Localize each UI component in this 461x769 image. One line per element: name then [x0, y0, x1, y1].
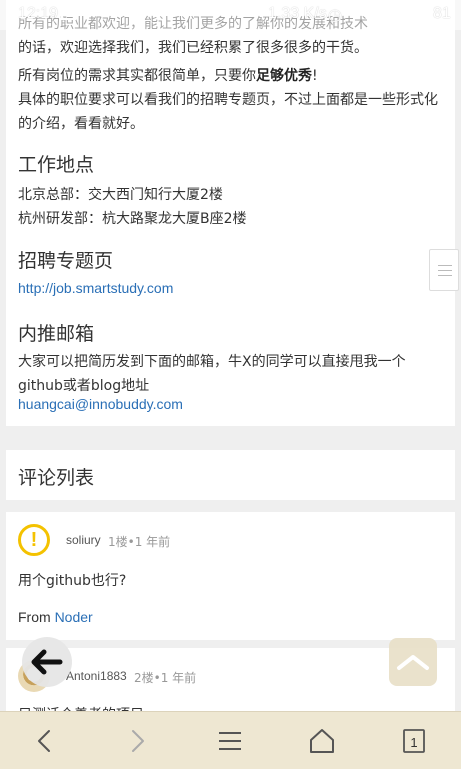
comment-source-link[interactable]: Noder — [55, 609, 93, 625]
forward-icon — [132, 730, 144, 752]
location-hangzhou: 杭州研发部：杭大路聚龙大厦B座2楼 — [18, 211, 247, 227]
side-drawer-handle[interactable] — [429, 249, 459, 291]
comment-meta: 2楼•1 年前 — [134, 671, 197, 685]
battery-level: 81 — [433, 5, 451, 22]
comment-source-prefix: From — [18, 609, 51, 625]
browser-bottom-bar: 1 — [0, 711, 461, 769]
signal-icon — [374, 5, 392, 24]
comment-meta: 1楼•1 年前 — [108, 535, 171, 549]
comments-title: 评论列表 — [18, 467, 95, 489]
tabs-button[interactable]: 1 — [397, 724, 431, 758]
status-bar: 12:19 1.33 K/s ◷ 81 — [0, 0, 461, 30]
location-heading: 工作地点 — [18, 154, 95, 176]
menu-icon — [219, 732, 241, 750]
battery-level-fill — [403, 12, 416, 17]
arrow-left-icon — [31, 649, 63, 675]
requirement-suffix: ! — [312, 68, 318, 84]
referral-heading: 内推邮箱 — [18, 323, 95, 345]
comments-header: 评论列表 — [6, 450, 455, 500]
comment-text: 用个github也行? — [18, 573, 127, 589]
handle-line — [438, 265, 452, 266]
comment-item: ! soliury 1楼•1 年前 用个github也行? From Noder — [6, 512, 455, 640]
battery-icon — [399, 8, 423, 21]
scroll-to-top-button[interactable] — [389, 638, 437, 686]
back-button[interactable] — [28, 724, 62, 758]
topic-link[interactable]: http://job.smartstudy.com — [18, 280, 173, 296]
menu-button[interactable] — [213, 724, 247, 758]
location-beijing: 北京总部：交大西门知行大厦2楼 — [18, 187, 223, 203]
home-button[interactable] — [305, 724, 339, 758]
forward-button[interactable] — [120, 724, 154, 758]
requirement-bold: 足够优秀 — [256, 68, 312, 84]
comment-source: From Noder — [18, 609, 93, 625]
tab-count: 1 — [410, 735, 417, 750]
back-floating-button[interactable] — [22, 637, 72, 687]
handle-line — [438, 275, 452, 276]
requirement-line: 所有岗位的需求其实都很简单，只要你足够优秀! — [18, 64, 443, 88]
comment-user[interactable]: soliury — [66, 533, 101, 547]
article-partial-line-2: 的话，欢迎选择我们，我们已经积累了很多很多的干货。 — [18, 40, 368, 56]
handle-line — [438, 270, 452, 271]
gallery-icon — [61, 8, 76, 20]
requirement-prefix: 所有岗位的需求其实都很简单，只要你 — [18, 68, 256, 84]
warning-icon: ! — [18, 524, 50, 556]
topic-heading: 招聘专题页 — [18, 250, 114, 272]
requirement-detail: 具体的职位要求可以看我们的招聘专题页，不过上面都是一些形式化的介绍，看看就好。 — [18, 92, 438, 132]
referral-email-link[interactable]: huangcai@innobuddy.com — [18, 396, 183, 412]
referral-text: 大家可以把简历发到下面的邮箱，牛X的同学可以直接甩我一个github或者blog… — [18, 354, 406, 394]
chevron-up-icon — [397, 655, 429, 670]
back-icon — [38, 730, 50, 752]
article-card: 所有的职业都欢迎，能让我们更多的了解你的发展和技术 的话，欢迎选择我们，我们已经… — [6, 0, 455, 426]
status-time: 12:19 — [18, 5, 59, 22]
wifi-icon — [350, 5, 366, 24]
network-speed: 1.33 K/s — [268, 5, 327, 22]
alarm-icon: ◷ — [328, 7, 342, 24]
tabs-icon: 1 — [403, 729, 425, 753]
home-icon — [310, 729, 334, 753]
comment-user[interactable]: Antoni1883 — [66, 669, 127, 683]
